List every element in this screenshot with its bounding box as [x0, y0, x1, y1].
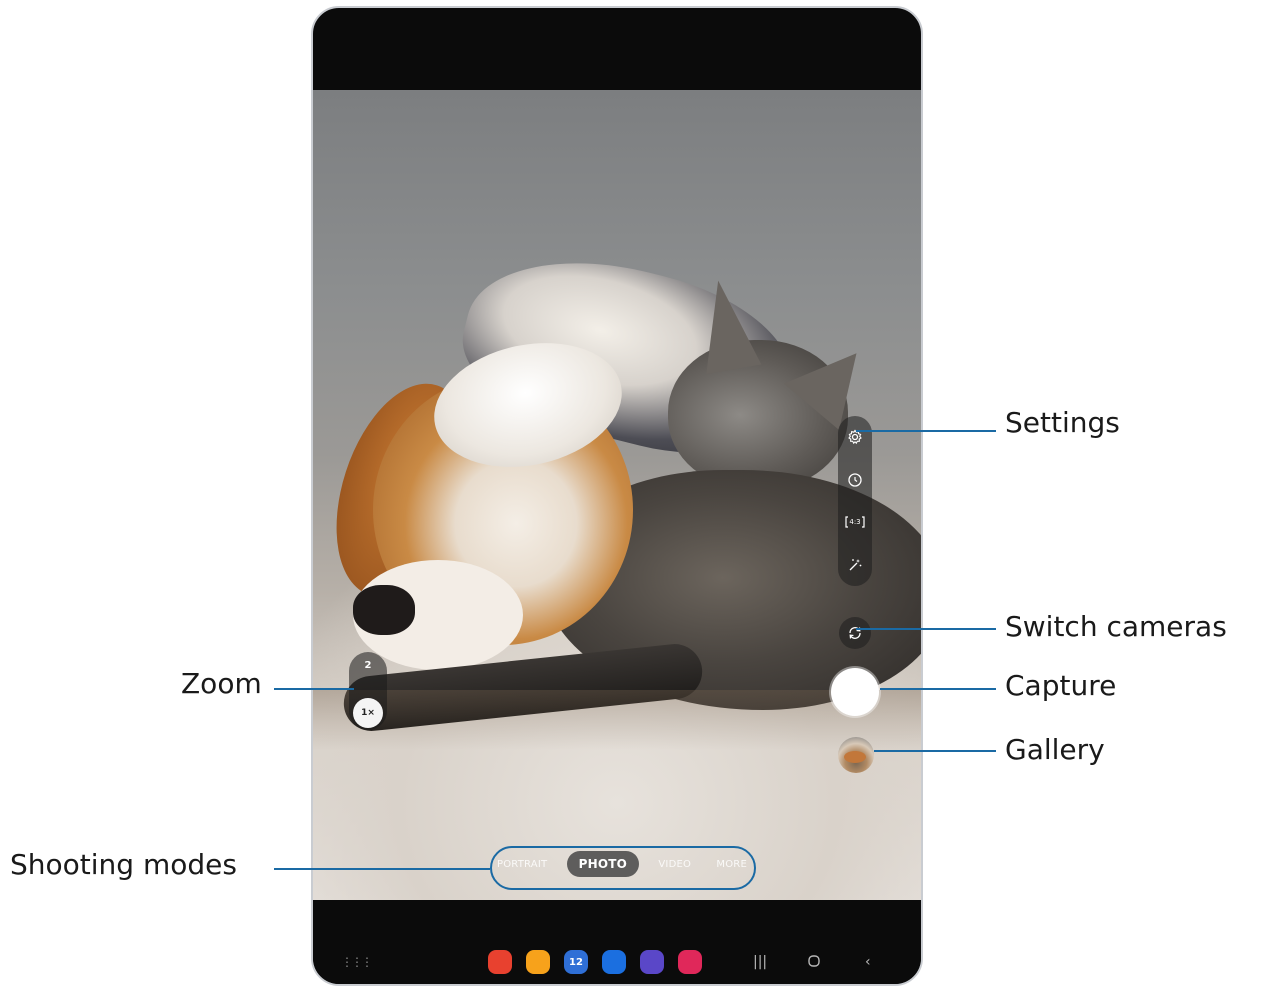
scene-floor [313, 690, 921, 750]
gallery-callout-line [874, 750, 996, 752]
camera-quick-settings: 4:3 [838, 416, 872, 586]
switch-cameras-callout-line [856, 628, 996, 630]
effects-icon[interactable] [844, 554, 866, 576]
recent-apps-button[interactable]: ||| [753, 954, 767, 970]
zoom-callout-label: Zoom [181, 667, 262, 700]
dock-app-camera-icon[interactable] [678, 950, 702, 974]
switch-cameras-callout-label: Switch cameras [1005, 610, 1227, 643]
back-button[interactable]: ‹ [865, 954, 871, 970]
home-button[interactable] [807, 954, 821, 972]
camera-viewfinder[interactable]: 4:3 2 1× PORTRAIT PHOTO VIDEO MORE [313, 90, 921, 900]
shooting-modes-callout-line [274, 868, 490, 870]
dock-app-messages-icon[interactable] [602, 950, 626, 974]
gallery-thumbnail[interactable] [838, 737, 874, 773]
zoom-control[interactable]: 2 1× [349, 652, 387, 730]
zoom-callout-line [274, 688, 354, 690]
calendar-date-label: 12 [569, 956, 583, 968]
aspect-ratio-icon[interactable]: 4:3 [844, 511, 866, 533]
capture-callout-label: Capture [1005, 669, 1117, 702]
timer-icon[interactable] [844, 469, 866, 491]
shooting-modes-highlight [490, 846, 756, 890]
viewfinder-scene [313, 90, 921, 900]
dock-app-red-icon[interactable] [488, 950, 512, 974]
apps-grid-icon[interactable]: ⋮⋮⋮ [341, 955, 373, 969]
dock-app-calendar-icon[interactable]: 12 [564, 950, 588, 974]
tablet-device: 4:3 2 1× PORTRAIT PHOTO VIDEO MORE ⋮⋮⋮ 1… [311, 6, 923, 986]
app-dock: 12 [488, 950, 702, 974]
capture-callout-line [880, 688, 996, 690]
zoom-1x-option[interactable]: 1× [353, 698, 383, 728]
dock-app-internet-icon[interactable] [640, 950, 664, 974]
aspect-ratio-text: 4:3 [849, 518, 861, 527]
switch-camera-button[interactable] [839, 617, 871, 649]
dock-app-folder-icon[interactable] [526, 950, 550, 974]
settings-callout-line [856, 430, 996, 432]
zoom-2x-option[interactable]: 2 [349, 660, 387, 671]
shooting-modes-callout-label: Shooting modes [10, 848, 237, 881]
capture-button[interactable] [831, 668, 879, 716]
scene-dog-nose [353, 585, 415, 635]
gallery-callout-label: Gallery [1005, 733, 1105, 766]
settings-callout-label: Settings [1005, 406, 1120, 439]
navigation-bar: ⋮⋮⋮ 12 ||| ‹ [313, 900, 921, 984]
